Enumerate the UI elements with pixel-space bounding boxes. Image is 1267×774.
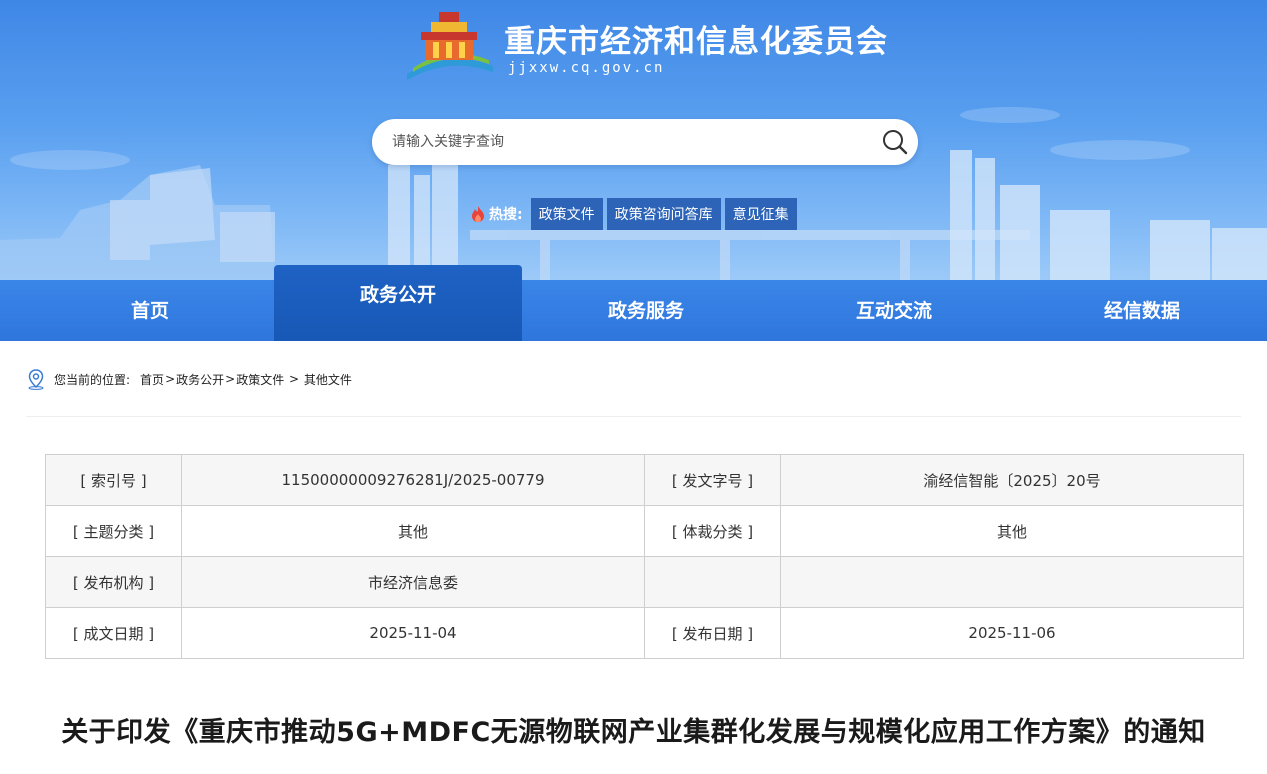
breadcrumb-separator: >	[225, 372, 236, 386]
hot-search-label-text: 热搜:	[489, 207, 523, 223]
label-publish-date: [ 发布日期 ]	[644, 607, 781, 659]
nav-item-economic-data[interactable]: 经信数据	[1018, 280, 1266, 341]
search-icon[interactable]	[880, 127, 910, 157]
government-logo	[407, 12, 493, 80]
empty-value-cell	[780, 556, 1244, 608]
breadcrumb-home[interactable]: 首页	[140, 371, 164, 388]
value-written-date: 2025-11-04	[181, 607, 645, 659]
label-topic-category: [ 主题分类 ]	[45, 505, 182, 557]
label-index-number: [ 索引号 ]	[45, 454, 182, 506]
site-title: 重庆市经济和信息化委员会	[504, 24, 888, 60]
flame-icon	[472, 206, 484, 222]
table-row: [ 索引号 ] 11500000009276281J/2025-00779 [ …	[45, 454, 1244, 506]
nav-item-government-affairs-open[interactable]: 政务公开	[274, 265, 522, 341]
hot-tag-opinion-collection[interactable]: 意见征集	[724, 198, 797, 230]
breadcrumb-other-documents[interactable]: 其他文件	[304, 371, 352, 388]
breadcrumb: 您当前的位置: 首页 > 政务公开 > 政策文件 > 其他文件	[26, 368, 352, 390]
label-issuing-agency: [ 发布机构 ]	[45, 556, 182, 608]
table-row: [ 成文日期 ] 2025-11-04 [ 发布日期 ] 2025-11-06	[45, 607, 1244, 659]
hot-search-label: 热搜:	[470, 204, 523, 224]
hot-search-bar: 热搜: 政策文件 政策咨询问答库 意见征集	[470, 198, 801, 230]
location-pin-icon	[28, 369, 44, 390]
nav-item-government-services[interactable]: 政务服务	[522, 280, 770, 341]
breadcrumb-government-affairs-open[interactable]: 政务公开	[176, 371, 224, 388]
empty-label-cell	[644, 556, 781, 608]
article-title: 关于印发《重庆市推动5G+MDFC无源物联网产业集群化发展与规模化应用工作方案》…	[61, 717, 1206, 748]
nav-item-home[interactable]: 首页	[26, 280, 274, 341]
section-divider	[26, 416, 1241, 417]
breadcrumb-separator: >	[165, 372, 176, 386]
hot-tag-policy-documents[interactable]: 政策文件	[530, 198, 603, 230]
value-index-number: 11500000009276281J/2025-00779	[181, 454, 645, 506]
table-row: [ 发布机构 ] 市经济信息委	[45, 556, 1244, 608]
label-written-date: [ 成文日期 ]	[45, 607, 182, 659]
main-navigation: 首页 政务公开 政务服务 互动交流 经信数据	[0, 265, 1267, 341]
site-header: 重庆市经济和信息化委员会 jjxxw.cq.gov.cn 热搜: 政策文件 政策…	[0, 0, 1267, 280]
label-genre-category: [ 体裁分类 ]	[644, 505, 781, 557]
document-info-table: [ 索引号 ] 11500000009276281J/2025-00779 [ …	[45, 454, 1244, 659]
value-issuing-agency: 市经济信息委	[181, 556, 645, 608]
breadcrumb-policy-documents[interactable]: 政策文件	[236, 371, 284, 388]
value-publish-date: 2025-11-06	[780, 607, 1244, 659]
value-topic-category: 其他	[181, 505, 645, 557]
site-domain: jjxxw.cq.gov.cn	[508, 60, 665, 76]
table-row: [ 主题分类 ] 其他 [ 体裁分类 ] 其他	[45, 505, 1244, 557]
value-document-number: 渝经信智能〔2025〕20号	[780, 454, 1244, 506]
breadcrumb-separator: >	[285, 372, 303, 386]
nav-item-interaction[interactable]: 互动交流	[770, 280, 1018, 341]
hot-tag-policy-qa[interactable]: 政策咨询问答库	[606, 198, 721, 230]
search-input[interactable]	[372, 119, 862, 165]
search-box	[372, 119, 918, 165]
value-genre-category: 其他	[780, 505, 1244, 557]
breadcrumb-prefix: 您当前的位置:	[54, 372, 131, 387]
label-document-number: [ 发文字号 ]	[644, 454, 781, 506]
